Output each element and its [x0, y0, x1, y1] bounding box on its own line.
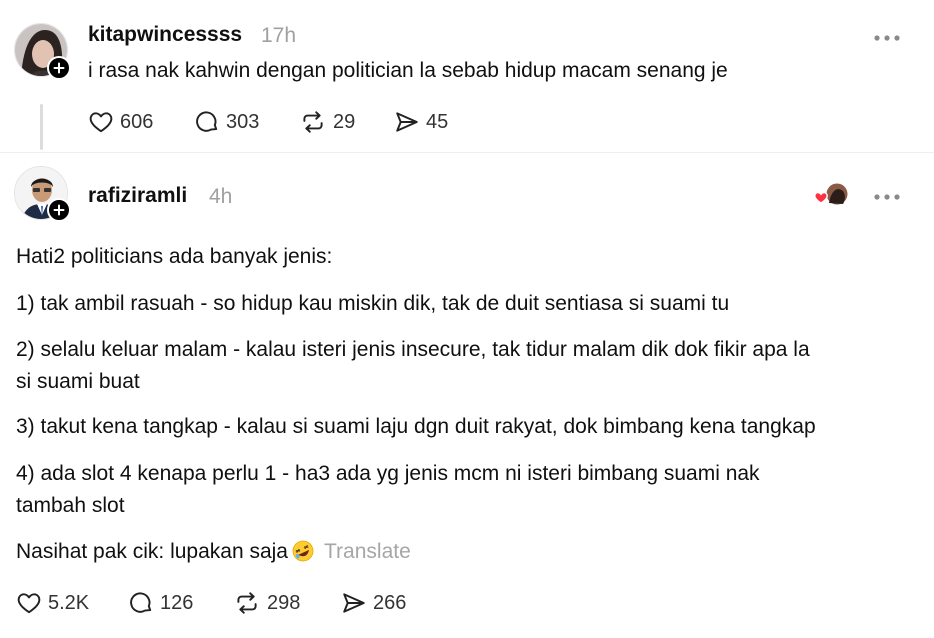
send-icon	[343, 593, 365, 613]
post-paragraph: si suami buat	[16, 370, 140, 393]
repost-icon	[237, 592, 257, 614]
share-count: 45	[426, 110, 449, 133]
username[interactable]: kitapwincessss	[88, 23, 242, 47]
thread-line	[40, 104, 43, 150]
reply-count: 303	[226, 110, 260, 133]
send-icon	[396, 112, 418, 132]
post-paragraph: tambah slot	[16, 494, 125, 517]
post-paragraph: 2) selalu keluar malam - kalau isteri je…	[16, 338, 810, 361]
repost-button[interactable]: 298	[233, 588, 300, 618]
post-time: 4h	[209, 185, 233, 208]
plus-icon	[53, 204, 65, 216]
post-paragraph: Nasihat pak cik: lupakan saja	[16, 540, 288, 563]
heart-icon	[89, 112, 113, 133]
follow-button[interactable]	[47, 198, 71, 222]
divider	[0, 152, 934, 153]
post-paragraph: 3) takut kena tangkap - kalau si suami l…	[16, 415, 816, 438]
reply-button[interactable]: 126	[128, 588, 193, 618]
more-icon	[874, 194, 900, 200]
liked-by-author-indicator	[813, 183, 849, 207]
more-options-button[interactable]	[873, 30, 901, 41]
repost-count: 298	[267, 591, 301, 614]
repost-button[interactable]: 29	[299, 107, 355, 137]
repost-icon	[303, 111, 323, 133]
share-count: 266	[373, 591, 407, 614]
follow-button[interactable]	[47, 56, 71, 80]
like-count: 606	[120, 110, 154, 133]
post-text: i rasa nak kahwin dengan politician la s…	[88, 59, 728, 82]
translate-link[interactable]: Translate	[324, 540, 411, 563]
share-button[interactable]: 266	[341, 588, 406, 618]
share-button[interactable]: 45	[394, 107, 448, 137]
post-last-line: Nasihat pak cik: lupakan saja Translate	[16, 536, 411, 572]
more-options-button[interactable]	[873, 189, 901, 200]
post-time: 17h	[261, 24, 297, 47]
reply-button[interactable]: 303	[194, 107, 259, 137]
like-count: 5.2K	[48, 591, 90, 614]
post-paragraph: Hati2 politicians ada banyak jenis:	[16, 245, 333, 268]
comment-icon	[130, 592, 152, 613]
heart-icon	[17, 593, 41, 614]
comment-icon	[196, 111, 218, 132]
like-button[interactable]: 606	[88, 107, 153, 137]
username[interactable]: rafiziramli	[88, 184, 187, 208]
post-paragraph: 1) tak ambil rasuah - so hidup kau miski…	[16, 292, 730, 315]
plus-icon	[53, 62, 65, 74]
reply-count: 126	[160, 591, 194, 614]
like-button[interactable]: 5.2K	[16, 588, 89, 618]
more-icon	[874, 35, 900, 41]
post-paragraph: 4) ada slot 4 kenapa perlu 1 - ha3 ada y…	[16, 462, 760, 485]
repost-count: 29	[333, 110, 356, 133]
rolling-on-floor-laughing-emoji	[292, 540, 314, 572]
